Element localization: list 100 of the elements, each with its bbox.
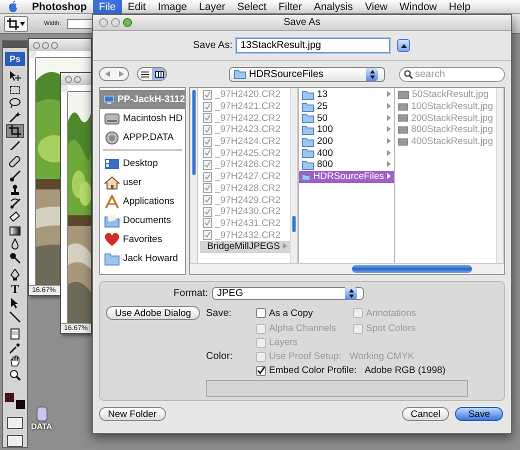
file-icon: [203, 124, 212, 135]
file-icon: [203, 172, 212, 182]
dialog-button[interactable]: Save: [455, 407, 503, 421]
quick-mask-button[interactable]: [7, 417, 23, 430]
desktop-icon: [104, 156, 120, 170]
file-icon: [203, 195, 212, 206]
sidebar-item[interactable]: Desktop: [100, 154, 185, 173]
type-glyph: T: [10, 283, 19, 296]
tool-button[interactable]: T: [6, 282, 24, 296]
file-icon: [203, 183, 212, 194]
file-icon: [203, 113, 212, 124]
back-forward-control[interactable]: [99, 67, 129, 81]
file-row[interactable]: 100: [299, 124, 394, 136]
use-adobe-dialog-button[interactable]: Use Adobe Dialog: [106, 306, 200, 320]
expand-button[interactable]: [397, 39, 410, 52]
scrollbar[interactable]: [190, 263, 504, 274]
checkbox[interactable]: Embed Color Profile: Adobe RGB (1998): [256, 365, 453, 376]
disclosure-icon: [283, 243, 287, 250]
columns-icon: [154, 70, 164, 78]
image-file-icon: [398, 90, 409, 99]
stamp-icon: [9, 184, 21, 196]
color-swatch[interactable]: [15, 398, 26, 410]
window-title: Save As: [282, 17, 322, 28]
menu-item[interactable]: Layer: [193, 0, 232, 14]
color-label: Color:: [206, 351, 234, 362]
image-file-icon: [398, 102, 408, 111]
file-row[interactable]: 13: [299, 89, 394, 101]
bandage-icon: [9, 156, 21, 168]
magnifier-icon: [9, 369, 21, 382]
drive-icon: [36, 406, 48, 422]
menu-item[interactable]: Help: [442, 0, 476, 14]
back-icon: [104, 71, 110, 77]
sidebar-item[interactable]: Jack Howard: [100, 249, 185, 268]
sidebar-item[interactable]: Applications: [100, 192, 185, 211]
file-icon: [203, 218, 212, 228]
format-popup[interactable]: JPEG: [212, 287, 364, 300]
apple-icon: [8, 0, 18, 12]
location-popup[interactable]: HDRSourceFiles: [229, 66, 385, 82]
menu-item[interactable]: Filter: [272, 0, 308, 14]
zoom-button[interactable]: [123, 18, 132, 27]
note-icon: [9, 328, 21, 340]
menu-item[interactable]: Window: [394, 0, 443, 14]
search-field[interactable]: search: [399, 66, 505, 82]
scrollbar[interactable]: [190, 88, 198, 263]
view-mode-button[interactable]: [152, 68, 166, 80]
checkbox[interactable]: As a Copy: [256, 308, 353, 318]
file-row[interactable]: HDRSourceFiles: [299, 170, 394, 182]
hard-drive-icon: [104, 112, 120, 126]
dashed-rectangle-icon: [9, 84, 21, 96]
sidebar-item[interactable]: APPP.DATA: [100, 128, 185, 147]
format-label: Format:: [172, 288, 208, 299]
sidebar-item[interactable]: Macintosh HD: [100, 109, 185, 128]
drop-icon: [9, 238, 21, 250]
lollipop-icon: [9, 252, 21, 264]
stepper-icon: [348, 289, 354, 298]
image-file-icon: [398, 114, 408, 122]
file-icon: [203, 90, 212, 100]
triangle-icon: [400, 44, 407, 48]
scrollbar[interactable]: [290, 88, 298, 263]
menu-item[interactable]: Image: [152, 0, 194, 14]
file-row[interactable]: 400: [299, 147, 394, 160]
sidebar-item[interactable]: Favorites: [100, 230, 185, 249]
menu-item[interactable]: Select: [231, 0, 272, 14]
file-icon: [203, 230, 212, 240]
arrow-icon: [9, 70, 21, 82]
file-icon: [203, 148, 212, 158]
heart-icon: [104, 232, 120, 246]
sidebar-item[interactable]: Documents: [100, 211, 185, 230]
check-icon: [257, 366, 265, 375]
pen-icon: [9, 269, 21, 282]
wand-icon: [9, 111, 21, 124]
image-file-icon: [398, 138, 408, 146]
app-badge: Ps: [5, 52, 25, 66]
file-row[interactable]: 25: [299, 100, 394, 112]
file-row[interactable]: 50: [299, 112, 394, 124]
color-swatch[interactable]: [4, 392, 15, 403]
caret-icon: [20, 22, 25, 26]
file-icon: [203, 102, 212, 112]
tool-preset-picker[interactable]: [4, 16, 28, 32]
menu-item[interactable]: Photoshop: [26, 0, 93, 14]
applications-icon: [104, 194, 120, 208]
file-icon: [203, 206, 212, 217]
file-row[interactable]: BridgeMillJPEGS: [200, 240, 290, 253]
brush-icon: [9, 170, 21, 182]
dialog-button[interactable]: Cancel: [402, 407, 450, 421]
sidebar-item[interactable]: user: [100, 173, 185, 192]
file-name-field[interactable]: 13StackResult.jpg: [236, 38, 390, 53]
menu-item[interactable]: File: [92, 0, 122, 14]
file-row[interactable]: 800: [299, 159, 394, 171]
file-row[interactable]: 200: [299, 136, 394, 148]
curved-brush-icon: [9, 197, 21, 210]
menu-item[interactable]: View: [358, 0, 394, 14]
menu-item[interactable]: Edit: [122, 0, 152, 14]
save-as-label: Save As:: [193, 40, 232, 51]
stepper-icon: [370, 70, 374, 78]
knife-icon: [9, 138, 21, 151]
menu-item[interactable]: Analysis: [308, 0, 359, 14]
screen-mode-button[interactable]: [7, 435, 23, 447]
dialog-button[interactable]: New Folder: [99, 407, 166, 421]
scrollbar[interactable]: [496, 88, 504, 263]
